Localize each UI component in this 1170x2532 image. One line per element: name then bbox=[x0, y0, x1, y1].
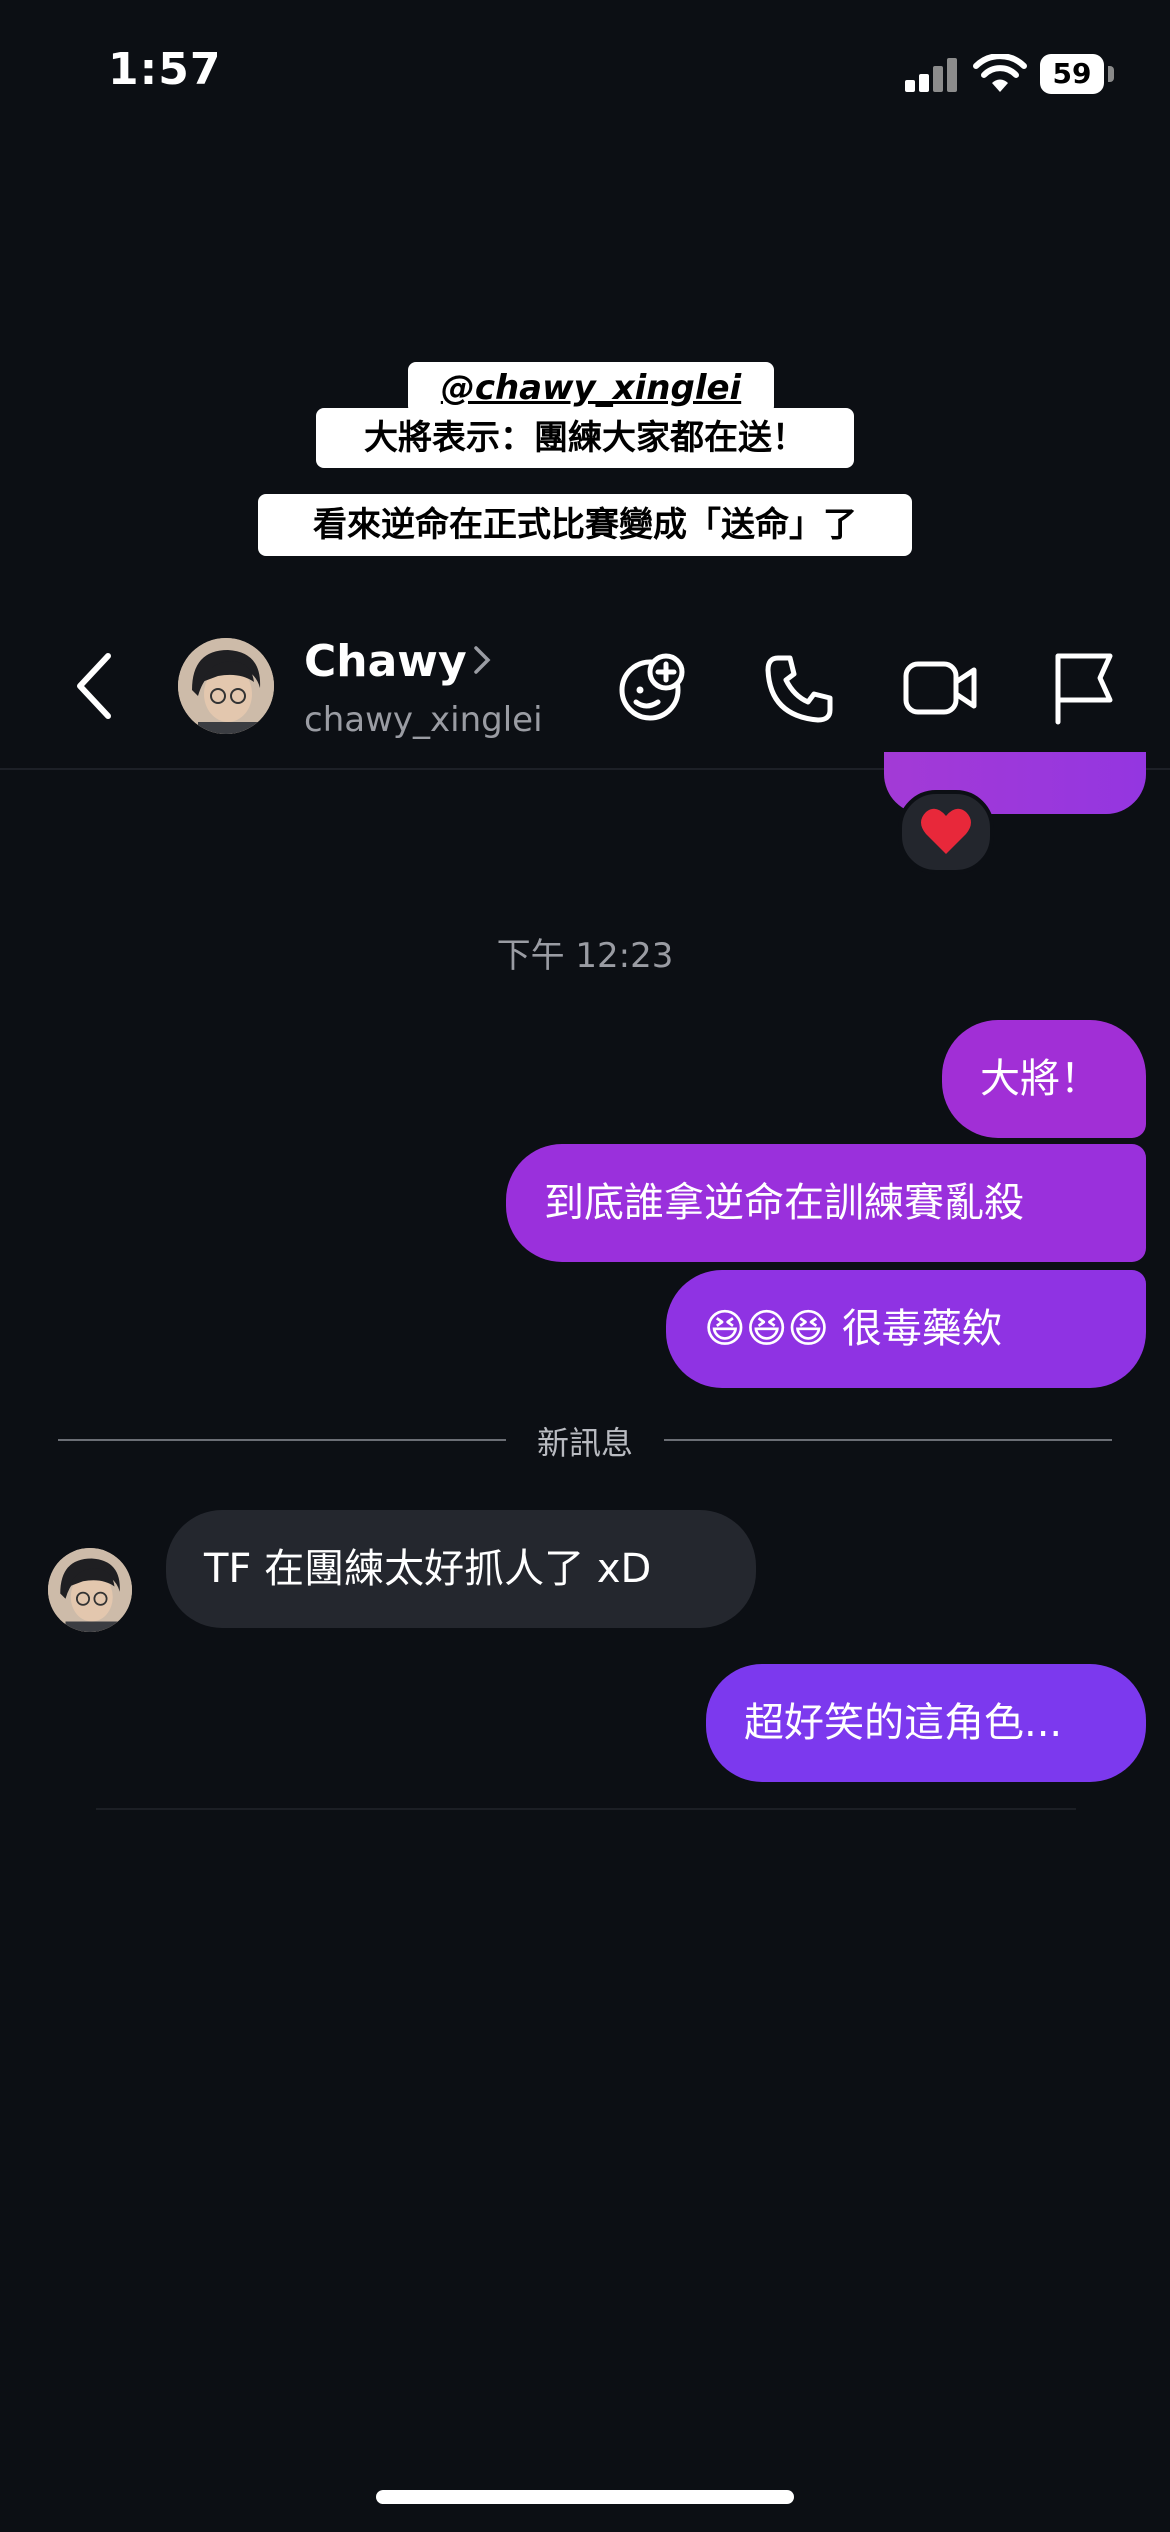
outgoing-message[interactable]: 大將！ bbox=[942, 1020, 1146, 1138]
incoming-message[interactable]: TF 在團練太好抓人了 xD bbox=[166, 1510, 756, 1628]
avatar-photo bbox=[178, 638, 274, 734]
outgoing-message[interactable]: 😆😆😆 很毒藥欸 bbox=[666, 1270, 1146, 1388]
home-indicator[interactable] bbox=[376, 2490, 794, 2504]
chat-end-divider bbox=[96, 1808, 1076, 1810]
add-sticker-icon[interactable] bbox=[614, 650, 690, 726]
back-icon[interactable] bbox=[72, 650, 116, 722]
message-timestamp: 下午 12:23 bbox=[496, 936, 674, 976]
battery-indicator: 59 bbox=[1040, 54, 1104, 94]
caption-line-1: 大將表示：團練大家都在送！ bbox=[316, 408, 854, 468]
contact-username[interactable]: chawy_xinglei bbox=[304, 700, 543, 740]
heart-reaction[interactable] bbox=[898, 790, 994, 874]
outgoing-message[interactable]: 超好笑的這角色... bbox=[706, 1664, 1146, 1782]
avatar-photo bbox=[48, 1548, 132, 1632]
status-time: 1:57 bbox=[108, 44, 222, 95]
avatar[interactable] bbox=[178, 638, 274, 734]
outgoing-message[interactable]: 到底誰拿逆命在訓練賽亂殺 bbox=[506, 1144, 1146, 1262]
heart-icon bbox=[921, 808, 971, 854]
new-messages-label: 新訊息 bbox=[536, 1424, 633, 1462]
chevron-right-icon[interactable] bbox=[470, 640, 494, 680]
video-call-icon[interactable] bbox=[902, 650, 978, 726]
sender-avatar[interactable] bbox=[48, 1548, 132, 1632]
contact-name[interactable]: Chawy bbox=[304, 636, 467, 687]
battery-cap bbox=[1108, 66, 1114, 82]
wifi-icon bbox=[973, 54, 1027, 92]
caption-mention[interactable]: @chawy_xinglei bbox=[408, 362, 774, 414]
phone-icon[interactable] bbox=[760, 650, 836, 726]
caption-line-2: 看來逆命在正式比賽變成「送命」了 bbox=[258, 494, 912, 556]
flag-icon[interactable] bbox=[1044, 650, 1120, 726]
cellular-signal-icon bbox=[905, 58, 957, 92]
